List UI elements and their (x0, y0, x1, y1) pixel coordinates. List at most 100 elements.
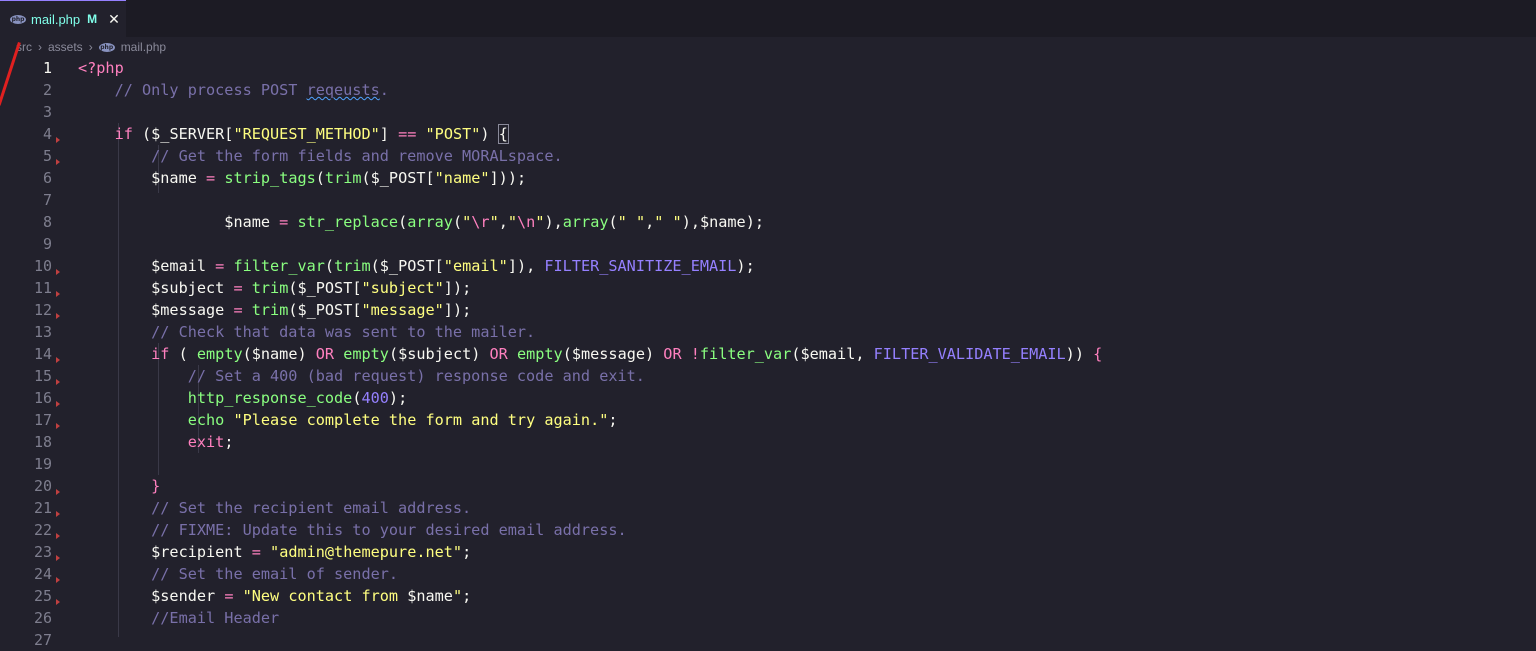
code-token: if (114, 125, 133, 143)
code-line[interactable]: $recipient = "admin@themepure.net"; (78, 541, 471, 563)
code-line[interactable]: // Check that data was sent to the maile… (78, 321, 535, 343)
code-line[interactable]: $message = trim($_POST["message"]); (78, 299, 471, 321)
code-line[interactable]: } (78, 475, 160, 497)
code-token: OR (315, 345, 335, 363)
code-line[interactable]: $email = filter_var(trim($_POST["email"]… (78, 255, 755, 277)
code-line[interactable]: if ($_SERVER["REQUEST_METHOD"] == "POST"… (78, 123, 509, 145)
code-token: \n (517, 213, 536, 231)
line-number: 5 (42, 147, 52, 165)
code-line[interactable]: $name = strip_tags(trim($_POST["name"]))… (78, 167, 526, 189)
code-line[interactable]: //Email Header (78, 607, 279, 629)
code-token: empty (196, 345, 243, 363)
code-token: ( (315, 169, 325, 187)
code-token: FILTER_VALIDATE_EMAIL (873, 345, 1066, 363)
code-token: $name (407, 587, 453, 605)
close-icon[interactable]: ✕ (108, 11, 120, 28)
code-token: // FIXME: Update this to your desired em… (78, 521, 627, 539)
code-line[interactable]: $sender = "New contact from $name"; (78, 585, 471, 607)
code-token: , (498, 213, 508, 231)
fold-marker-icon[interactable] (56, 159, 60, 165)
code-token: ),$name); (681, 213, 764, 231)
code-line[interactable]: echo "Please complete the form and try a… (78, 409, 618, 431)
fold-marker-icon[interactable] (56, 291, 60, 297)
fold-marker-icon[interactable] (56, 555, 60, 561)
code-token: // Get the form fields and remove MORALs… (78, 147, 563, 165)
code-token: OR (663, 345, 682, 363)
code-line[interactable]: // Set the recipient email address. (78, 497, 471, 519)
code-token: " " (617, 213, 646, 231)
fold-marker-icon[interactable] (56, 269, 60, 275)
code-token: // Set the email of sender. (78, 565, 399, 583)
code-editor[interactable]: <?php // Only process POST reqeusts. if … (78, 57, 1528, 637)
code-token: //Email Header (78, 609, 280, 627)
code-token: ; (224, 433, 234, 451)
code-token: = (206, 169, 216, 187)
fold-marker-icon[interactable] (56, 401, 60, 407)
tab-filename: mail.php (31, 11, 81, 27)
code-token: str_replace (297, 213, 399, 231)
code-token: $email (78, 257, 216, 275)
line-number: 25 (33, 587, 52, 605)
code-line[interactable]: // Set the email of sender. (78, 563, 398, 585)
code-token: trim (251, 301, 289, 319)
code-token: ), (544, 213, 563, 231)
tab-bar: php mail.php M ✕ (0, 0, 1536, 37)
code-token: $message (78, 301, 234, 319)
line-number: 20 (33, 477, 52, 495)
fold-marker-icon[interactable] (56, 511, 60, 517)
code-line[interactable]: // Only process POST reqeusts. (78, 79, 389, 101)
breadcrumb-item-file[interactable]: mail.php (121, 40, 166, 54)
code-token: "email" (443, 257, 508, 275)
breadcrumb-item-assets[interactable]: assets (48, 40, 83, 54)
code-token: . (379, 81, 389, 99)
line-number-gutter: 1 2 3 4 5 6 7 8 9 10 11 12 13 14 15 16 17 18 19 20 21 22 23 24 2… (0, 57, 70, 649)
line-number: 27 (33, 631, 52, 649)
code-token: empty (343, 345, 389, 363)
code-token: ]); (443, 301, 472, 319)
code-token: ) (480, 125, 499, 143)
code-line[interactable]: // Get the form fields and remove MORALs… (78, 145, 563, 167)
code-token: 400 (361, 389, 389, 407)
fold-marker-icon[interactable] (56, 533, 60, 539)
tab-mail-php[interactable]: php mail.php M ✕ (0, 0, 126, 37)
code-token: ; (608, 411, 618, 429)
code-line[interactable]: <?php (78, 57, 124, 79)
code-token: reqeusts (306, 81, 380, 99)
line-number: 23 (33, 543, 52, 561)
code-token: if (151, 345, 170, 363)
code-token: { (1093, 345, 1103, 363)
code-token: "Please complete the form and try again.… (233, 411, 609, 429)
code-line[interactable]: http_response_code(400); (78, 387, 407, 409)
code-token: $name (78, 169, 207, 187)
code-line[interactable]: // Set a 400 (bad request) response code… (78, 365, 645, 387)
php-file-icon: php (10, 14, 26, 24)
fold-marker-icon[interactable] (56, 313, 60, 319)
code-line[interactable]: // FIXME: Update this to your desired em… (78, 519, 627, 541)
code-token: exit (187, 433, 225, 451)
code-token: ( (608, 213, 618, 231)
fold-marker-icon[interactable] (56, 357, 60, 363)
code-line[interactable]: exit; (78, 431, 234, 453)
fold-marker-icon[interactable] (56, 423, 60, 429)
code-line[interactable]: if ( empty($name) OR empty($subject) OR … (78, 343, 1102, 365)
code-line[interactable]: $subject = trim($_POST["subject"]); (78, 277, 471, 299)
code-token: http_response_code (187, 389, 353, 407)
code-token: ); (736, 257, 755, 275)
code-line[interactable]: $name = str_replace(array("\r","\n"),arr… (78, 211, 764, 233)
code-token: "admin@themepure.net" (270, 543, 463, 561)
fold-marker-icon[interactable] (56, 489, 60, 495)
code-token: \r (471, 213, 490, 231)
code-token: strip_tags (224, 169, 316, 187)
fold-marker-icon[interactable] (56, 577, 60, 583)
fold-marker-icon[interactable] (56, 137, 60, 143)
line-number: 6 (42, 169, 52, 187)
line-number: 11 (33, 279, 52, 297)
code-token: // Set a 400 (bad request) response code… (78, 367, 645, 385)
fold-marker-icon[interactable] (56, 599, 60, 605)
code-token: " " (654, 213, 682, 231)
fold-marker-icon[interactable] (56, 379, 60, 385)
